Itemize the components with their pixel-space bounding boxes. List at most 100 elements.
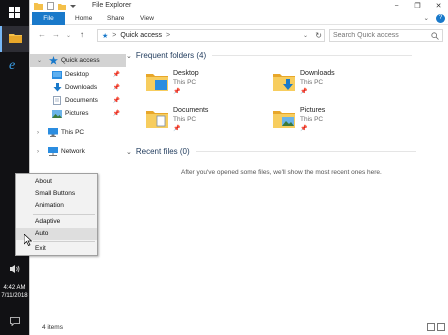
folder-location: This PC (173, 79, 197, 86)
taskbar: e 4:42 AM 7/11/2018 (0, 0, 29, 335)
pin-icon: 📌 (112, 85, 120, 91)
sidebar-item-label: Downloads (65, 84, 98, 91)
menu-item-about[interactable]: About (16, 176, 97, 188)
recent-files-header[interactable]: ⌄ Recent files (0) (126, 147, 416, 156)
sidebar-item-this-pc[interactable]: › This PC (30, 126, 126, 139)
sidebar-item-network[interactable]: › Network (30, 145, 126, 158)
search-box[interactable] (329, 29, 443, 42)
folder-tile-documents[interactable]: Documents This PC 📌 (146, 106, 266, 140)
breadcrumb-quick-access[interactable]: Quick access (120, 32, 162, 39)
sidebar-item-label: Pictures (65, 110, 89, 117)
sidebar-item-label: Quick access (61, 57, 100, 64)
sidebar-item-desktop[interactable]: Desktop 📌 (30, 68, 126, 81)
tab-view[interactable]: View (140, 12, 154, 25)
edge-icon: e (8, 58, 21, 73)
tab-share[interactable]: Share (107, 12, 124, 25)
recent-locations-icon[interactable]: ⌄ (66, 32, 71, 39)
taskbar-file-explorer[interactable] (0, 26, 29, 52)
refresh-icon[interactable]: ↻ (315, 31, 322, 40)
sidebar-item-downloads[interactable]: Downloads 📌 (30, 81, 126, 94)
taskbar-edge[interactable]: e (0, 52, 29, 78)
search-icon (431, 32, 439, 42)
folder-icon (9, 33, 22, 45)
forward-arrow-icon[interactable]: → (52, 30, 60, 39)
tab-home[interactable]: Home (75, 12, 92, 25)
menu-separator (33, 214, 95, 215)
sidebar-item-pictures[interactable]: Pictures 📌 (30, 107, 126, 120)
collapse-chevron-icon[interactable]: ⌄ (126, 148, 132, 156)
frequent-folders-title: Frequent folders (4) (135, 51, 207, 60)
desktop-icon (52, 70, 62, 79)
notification-icon (9, 316, 20, 328)
expand-ribbon-icon[interactable]: ⌄ (424, 12, 429, 25)
folder-name: Downloads (300, 70, 335, 77)
picture-icon (52, 109, 62, 118)
menu-item-small-buttons[interactable]: Small Buttons (16, 188, 97, 200)
title-bar: File Explorer − ❐ ✕ (30, 0, 448, 12)
start-button[interactable] (0, 0, 29, 26)
back-arrow-icon[interactable]: ← (38, 30, 46, 39)
new-folder-icon[interactable] (58, 3, 66, 10)
collapse-chevron-icon[interactable]: ⌄ (126, 52, 132, 60)
documents-folder-icon (146, 110, 168, 130)
navigation-bar: ← → ⌄ ↑ ★ > Quick access > ⌄ ↻ (30, 26, 448, 44)
help-icon[interactable]: ? (436, 14, 445, 23)
desktop-folder-icon (146, 73, 168, 93)
menu-item-adaptive[interactable]: Adaptive (16, 216, 97, 228)
folder-name: Pictures (300, 107, 326, 114)
collapse-arrow-icon[interactable]: ⌄ (37, 57, 42, 64)
folder-tile-downloads[interactable]: Downloads This PC 📌 (273, 69, 393, 103)
frequent-folders-header[interactable]: ⌄ Frequent folders (4) (126, 51, 413, 60)
taskbar-clock[interactable]: 4:42 AM 7/11/2018 (0, 284, 29, 300)
sidebar-item-quick-access[interactable]: ⌄ Quick access (30, 54, 126, 67)
properties-icon[interactable] (47, 2, 54, 10)
up-arrow-icon[interactable]: ↑ (80, 30, 84, 39)
menu-item-animation[interactable]: Animation (16, 200, 97, 212)
folder-location: This PC (300, 79, 324, 86)
folder-location: This PC (173, 116, 197, 123)
tab-file[interactable]: File (32, 12, 65, 25)
quick-access-toolbar (34, 1, 76, 11)
sidebar-item-documents[interactable]: Documents 📌 (30, 94, 126, 107)
search-input[interactable] (333, 32, 428, 39)
details-view-icon[interactable] (427, 323, 435, 331)
pin-icon: 📌 (173, 126, 181, 132)
folder-name: Desktop (173, 70, 199, 77)
sidebar-item-label: Documents (65, 97, 98, 104)
large-icons-view-icon[interactable] (437, 323, 445, 331)
network-icon (48, 147, 58, 156)
customize-toolbar-icon[interactable] (70, 3, 76, 9)
expand-arrow-icon[interactable]: › (37, 149, 39, 155)
speaker-icon (9, 265, 20, 275)
address-dropdown-icon[interactable]: ⌄ (303, 32, 308, 39)
breadcrumb-separator-end: > (166, 32, 171, 39)
recent-files-title: Recent files (0) (135, 147, 190, 156)
document-icon (52, 96, 62, 105)
explorer-app-icon (34, 2, 43, 10)
folder-tile-desktop[interactable]: Desktop This PC 📌 (146, 69, 266, 103)
menu-separator (33, 241, 95, 242)
close-button[interactable]: ✕ (428, 0, 448, 12)
restore-button[interactable]: ❐ (407, 0, 428, 12)
section-divider (195, 151, 416, 152)
pin-icon: 📌 (112, 98, 120, 104)
download-icon (52, 83, 62, 92)
pictures-folder-icon (273, 110, 295, 130)
minimize-button[interactable]: − (386, 0, 407, 12)
ribbon-tabs: File Home Share View ⌄ ? (30, 12, 448, 25)
pin-icon: 📌 (173, 89, 181, 95)
content-pane: ⌄ Frequent folders (4) Desktop This PC 📌… (126, 46, 448, 320)
sidebar-item-label: Network (61, 148, 85, 155)
clock-time: 4:42 AM (3, 285, 26, 291)
action-center-button[interactable] (0, 311, 29, 333)
window-controls: − ❐ ✕ (386, 0, 448, 12)
item-count: 4 items (42, 324, 63, 331)
pin-icon: 📌 (112, 111, 120, 117)
clock-date: 7/11/2018 (1, 293, 28, 299)
expand-arrow-icon[interactable]: › (37, 130, 39, 136)
windows-logo-icon (9, 6, 20, 20)
folder-tile-pictures[interactable]: Pictures This PC 📌 (273, 106, 393, 140)
volume-button[interactable] (0, 262, 29, 278)
address-bar[interactable]: ★ > Quick access > ⌄ ↻ (97, 29, 325, 42)
empty-recent-message: After you've opened some files, we'll sh… (181, 169, 382, 176)
